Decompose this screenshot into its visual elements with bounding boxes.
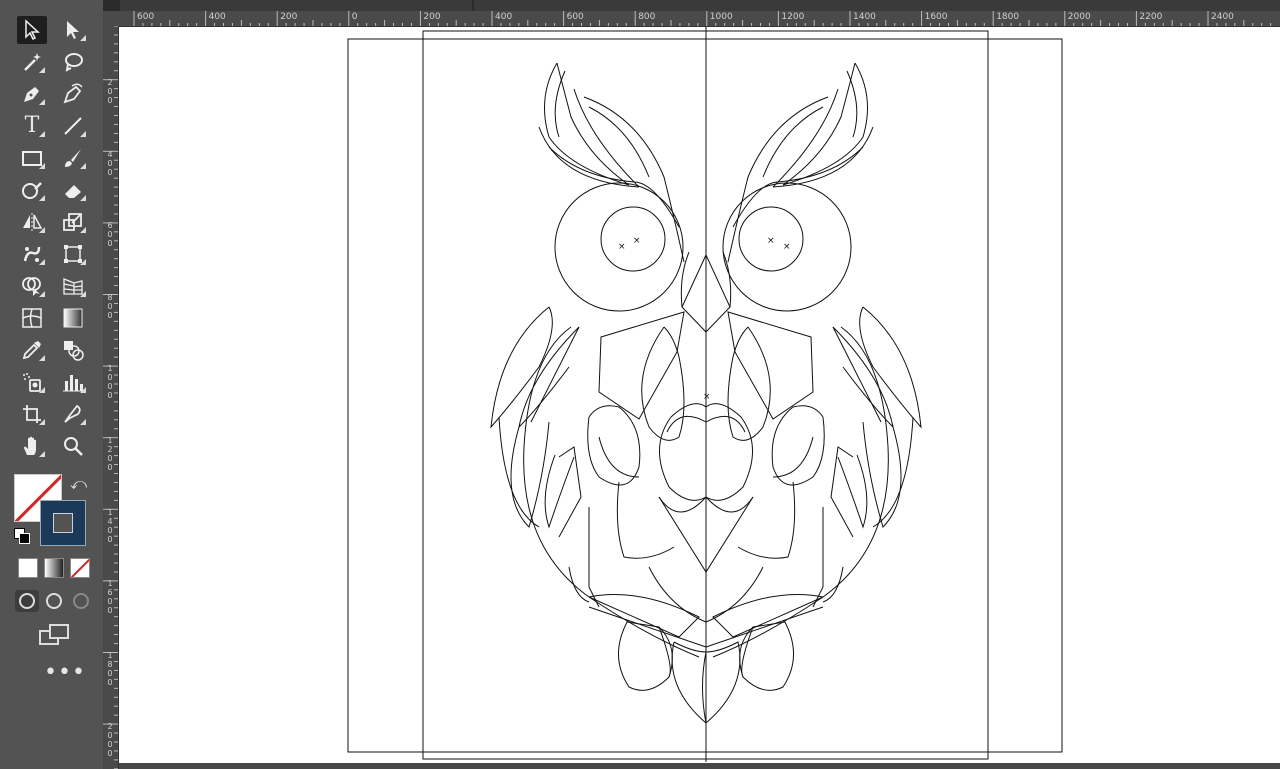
svg-text:×: ×	[783, 242, 791, 252]
body-outline-left	[523, 326, 700, 658]
ruler-label: 1000	[709, 12, 733, 22]
svg-text:×: ×	[618, 242, 626, 252]
bottom-scroll-strip	[119, 763, 1280, 769]
puppet-warp-tool-button[interactable]	[17, 240, 47, 268]
tools-panel: T ⤺ •••	[0, 0, 103, 769]
draw-normal-icon	[19, 593, 35, 609]
shape-builder-tool-button[interactable]	[17, 272, 47, 300]
stroke-swatch[interactable]	[40, 500, 86, 546]
body-outline-right	[712, 326, 889, 658]
tab-bar-filler	[474, 0, 1280, 11]
ruler-label: 1800	[996, 12, 1020, 22]
ruler-label: 2 0 0 0	[107, 722, 113, 759]
draw-behind-icon	[46, 593, 62, 609]
free-transform-tool-button[interactable]	[58, 240, 88, 268]
gradient-mode-button[interactable]	[44, 558, 64, 578]
selection-tool-button[interactable]	[17, 16, 47, 44]
zoom-icon	[64, 437, 83, 456]
ruler-label: 2200	[1139, 12, 1163, 22]
owl-artwork[interactable]: × × × × ×	[119, 27, 1280, 769]
ruler-label: 4 0 0	[107, 149, 113, 177]
ruler-label: 1400	[853, 12, 876, 22]
vertical-ruler[interactable]: 2 0 0 4 0 0 6 0 0 8 0 0 1 0 0 0 1 2 0 0 1 4 0 …	[103, 26, 119, 769]
ruler-label: 600	[137, 12, 155, 22]
gradient-icon	[63, 308, 83, 328]
ruler-label: 1 8 0 0	[107, 650, 113, 687]
paintbrush-tool-button[interactable]	[58, 144, 88, 172]
blend-tool-button[interactable]	[58, 336, 88, 364]
ruler-label: 1600	[924, 12, 948, 22]
slice-tool-button[interactable]	[58, 400, 88, 428]
ruler-label: 2000	[1067, 12, 1091, 22]
draw-behind-button[interactable]	[42, 590, 66, 612]
scale-tool-button[interactable]	[58, 208, 88, 236]
swap-fill-stroke-icon[interactable]: ⤺	[70, 474, 87, 494]
ruler-label: 400	[495, 12, 513, 22]
column-graph-tool-button[interactable]	[58, 368, 88, 396]
eyedropper-tool-button[interactable]	[17, 336, 47, 364]
draw-inside-button[interactable]	[69, 590, 93, 612]
edit-toolbar-button[interactable]: •••	[44, 662, 86, 684]
svg-text:×: ×	[703, 392, 711, 402]
perspective-grid-tool-button[interactable]	[58, 272, 88, 300]
lasso-tool-button[interactable]	[58, 48, 88, 76]
zoom-tool-button[interactable]	[58, 432, 88, 460]
direct-selection-tool-button[interactable]	[58, 16, 88, 44]
mesh-tool-button[interactable]	[17, 304, 47, 332]
artboard-canvas[interactable]: × × × × ×	[119, 27, 1280, 769]
shaper-tool-button[interactable]	[17, 176, 47, 204]
type-icon: T	[24, 113, 40, 138]
default-fill-stroke-icon[interactable]	[14, 528, 30, 544]
svg-text:×: ×	[767, 236, 775, 246]
ruler-label: 8 0 0	[107, 292, 113, 320]
eraser-tool-button[interactable]	[58, 176, 88, 204]
blend-icon	[64, 341, 84, 361]
rectangle-tool-button[interactable]	[17, 144, 47, 172]
ruler-label: 2400	[1211, 12, 1234, 22]
type-tool-button[interactable]: T	[17, 112, 47, 140]
hand-tool-button[interactable]	[17, 432, 47, 460]
ruler-label: 1 0 0 0	[107, 364, 113, 401]
draw-normal-button[interactable]	[15, 590, 39, 612]
ruler-label: 200	[280, 12, 298, 22]
ruler-label: 200	[423, 12, 441, 22]
stroke-swatch-inner	[53, 513, 73, 533]
curvature-icon	[63, 83, 83, 104]
ruler-label: 0	[351, 12, 358, 22]
ruler-label: 1200	[781, 12, 805, 22]
selection-arrow-icon	[25, 19, 40, 41]
mesh-icon	[22, 308, 42, 328]
symbol-sprayer-tool-button[interactable]	[17, 368, 47, 396]
ruler-label: 600	[566, 12, 584, 22]
change-screen-mode-icon[interactable]	[39, 624, 69, 646]
line-segment-tool-button[interactable]	[58, 112, 88, 140]
horizontal-ruler[interactable]: 600 400 200 0 200 400 600 800 1000 1200 1400 1600 18…	[103, 11, 1280, 27]
ruler-label: 1 2 0 0	[107, 436, 113, 472]
artboard-tool-button[interactable]	[17, 400, 47, 428]
curvature-tool-button[interactable]	[58, 80, 88, 108]
reflect-tool-button[interactable]	[17, 208, 47, 236]
document-tab[interactable]	[120, 0, 472, 11]
lasso-icon	[65, 53, 83, 72]
ruler-label: 1 4 0 0	[107, 507, 113, 544]
ruler-label: 6 0 0	[107, 221, 113, 249]
magic-wand-tool-button[interactable]	[17, 48, 47, 76]
pen-tool-button[interactable]	[17, 80, 47, 108]
svg-text:×: ×	[633, 236, 641, 246]
none-mode-button[interactable]	[70, 558, 90, 578]
draw-inside-icon	[73, 593, 89, 609]
ruler-label: 2 0 0	[107, 78, 113, 105]
color-mode-button[interactable]	[18, 558, 38, 578]
ruler-label: 800	[638, 12, 656, 22]
ruler-label: 400	[208, 12, 226, 22]
ruler-label: 1 6 0 0	[107, 579, 113, 616]
gradient-tool-button[interactable]	[58, 304, 88, 332]
